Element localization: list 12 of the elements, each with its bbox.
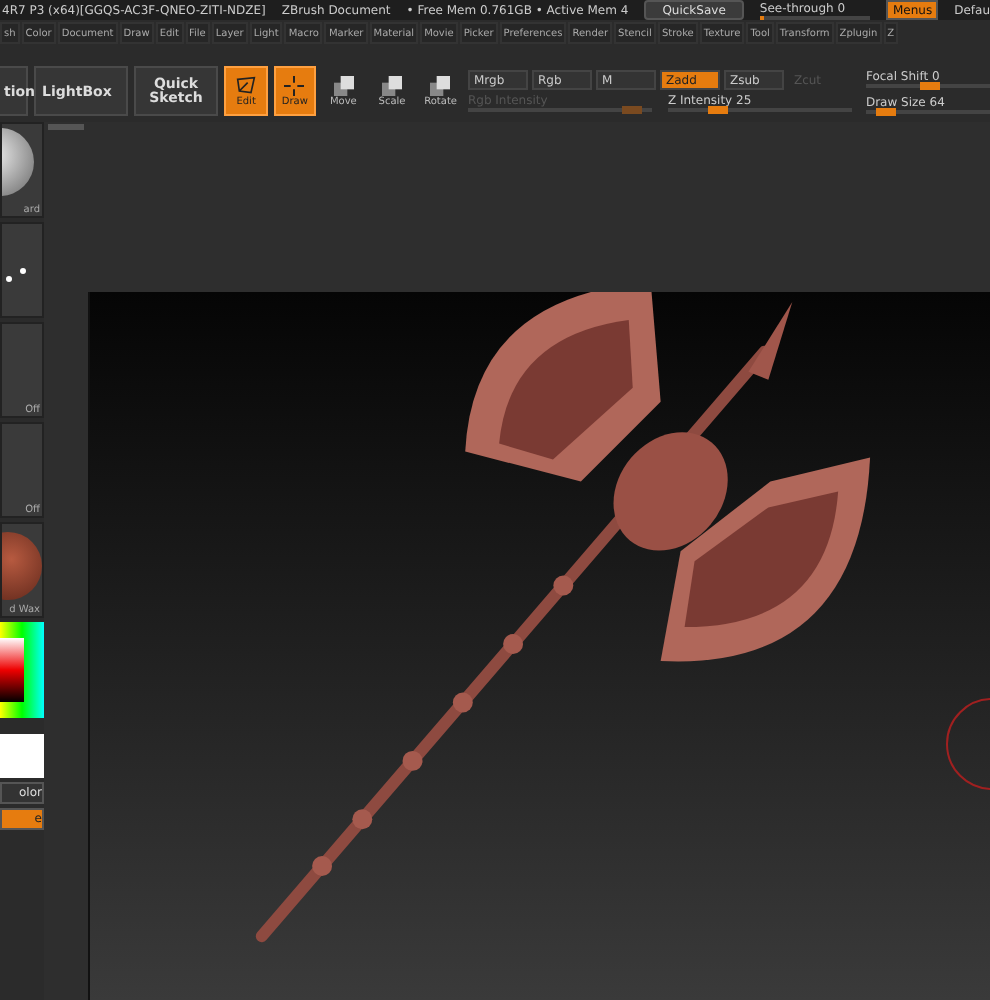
slider-thumb[interactable] — [876, 107, 897, 115]
slider-thumb[interactable] — [708, 106, 729, 114]
document-canvas[interactable] — [88, 292, 990, 1000]
slider-thumb[interactable] — [920, 81, 941, 89]
stroke-thumbnail[interactable] — [0, 222, 44, 318]
color-picker[interactable] — [0, 622, 44, 718]
crosshair-icon — [282, 75, 307, 95]
color-swatch[interactable] — [0, 734, 44, 778]
cube-icon — [331, 75, 356, 95]
cube-icon — [428, 75, 453, 95]
cube-icon — [380, 75, 404, 95]
pen-icon — [234, 75, 259, 95]
